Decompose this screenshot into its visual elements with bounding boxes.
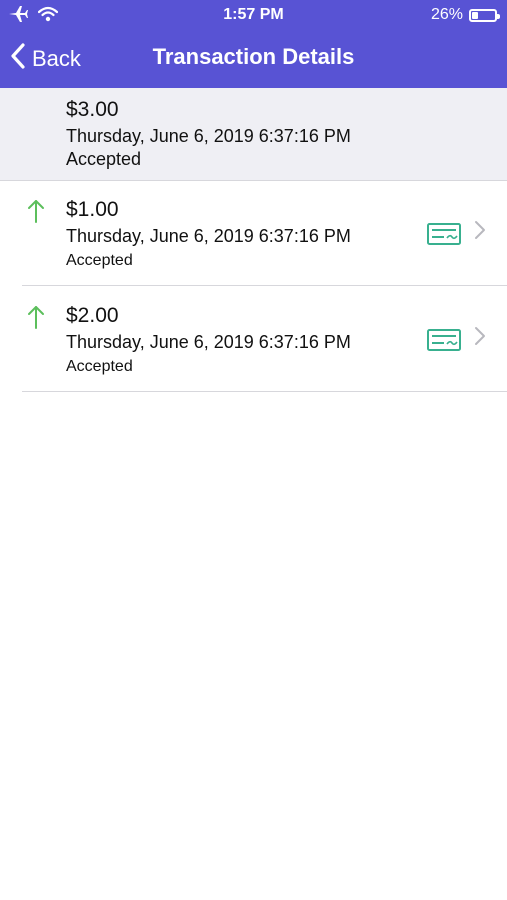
status-right: 26% <box>430 6 500 24</box>
transaction-status: Accepted <box>66 358 133 375</box>
status-bar: 1:57 PM 26% <box>0 0 507 30</box>
check-icon <box>427 329 461 356</box>
summary-date: Thursday, June 6, 2019 6:37:16 PM <box>66 126 351 146</box>
summary-amount: $3.00 <box>66 98 119 121</box>
arrow-up-icon <box>26 198 46 229</box>
navigation-bar: Back Transaction Details <box>0 30 507 88</box>
check-icon <box>427 223 461 250</box>
arrow-up-icon <box>26 304 46 335</box>
chevron-right-icon <box>474 326 486 351</box>
top-bar: 1:57 PM 26% Back Transaction Details <box>0 0 507 88</box>
transaction-amount: $2.00 <box>66 304 119 327</box>
row-separator <box>22 391 507 392</box>
transaction-date: Thursday, June 6, 2019 6:37:16 PM <box>66 226 351 246</box>
transaction-amount: $1.00 <box>66 198 119 221</box>
chevron-right-icon <box>474 220 486 245</box>
battery-icon <box>469 8 500 22</box>
transaction-row[interactable]: $1.00 Thursday, June 6, 2019 6:37:16 PM … <box>0 180 507 286</box>
transaction-status: Accepted <box>66 252 133 269</box>
page-title: Transaction Details <box>152 44 355 69</box>
transaction-row[interactable]: $2.00 Thursday, June 6, 2019 6:37:16 PM … <box>0 286 507 392</box>
summary-status: Accepted <box>66 149 142 169</box>
transaction-date: Thursday, June 6, 2019 6:37:16 PM <box>66 332 351 352</box>
transaction-summary: $3.00 Thursday, June 6, 2019 6:37:16 PM … <box>0 88 507 181</box>
battery-percent: 26% <box>430 6 463 23</box>
